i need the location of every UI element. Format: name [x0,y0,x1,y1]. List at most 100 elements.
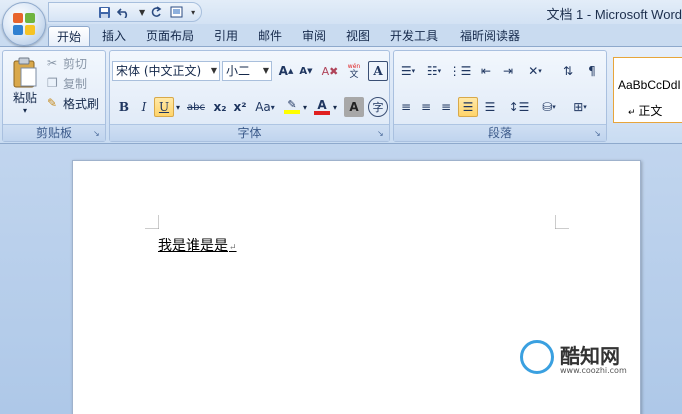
justify-button[interactable]: ☰ [458,97,478,117]
clipboard-group: 粘贴 ▾ ✂ 剪切 ❐ 复制 ✎ 格式刷 剪贴板 ↘ [2,50,106,142]
paste-label: 粘贴 [12,91,37,105]
superscript-icon: x² [233,100,247,114]
watermark-name: 酷知网 [560,344,620,368]
tab-mailings[interactable]: 邮件 [250,26,290,46]
font-size-combo[interactable]: 小二 ▼ [222,61,272,81]
bold-icon: B [118,100,130,114]
highlight-color-bar [284,110,300,114]
increase-indent-icon: ⇥ [502,64,514,78]
font-color-bar [314,110,330,115]
undo-dropdown-icon[interactable]: ▼ [139,8,145,17]
office-button[interactable] [2,2,46,46]
paste-dropdown-icon: ▾ [22,106,27,115]
tab-foxit-reader[interactable]: 福昕阅读器 [452,26,528,46]
bullets-button[interactable]: ☰ ▾ [396,61,420,81]
paragraph-group-label: 段落 [394,124,606,141]
chevron-down-icon: ▼ [262,66,269,75]
decrease-indent-icon: ⇤ [480,64,492,78]
shading-button[interactable]: ⛁ ▾ [536,97,562,117]
highlighter-icon: ✎ [287,98,297,111]
clear-formatting-button[interactable]: A✖ [320,61,340,81]
superscript-button[interactable]: x² [230,97,250,117]
document-text[interactable]: 我是谁是是↵ [158,235,237,255]
print-preview-icon[interactable] [167,4,185,20]
font-color-dropdown-icon[interactable]: ▾ [333,103,337,112]
paintbrush-icon: ✎ [47,96,58,110]
clipboard-group-label: 剪贴板 [3,124,105,141]
subscript-icon: x₂ [213,100,227,114]
align-left-button[interactable]: ≡ [396,97,416,117]
underline-dropdown-icon[interactable]: ▾ [176,103,180,112]
paste-icon [13,57,37,88]
format-painter-label: 格式刷 [63,96,100,111]
decrease-indent-button[interactable]: ⇤ [476,61,496,81]
cut-button[interactable]: ✂ 剪切 [47,53,103,73]
highlight-dropdown-icon[interactable]: ▾ [303,103,307,112]
watermark-logo-icon [520,340,554,374]
sort-button[interactable]: ⇅ [558,61,578,81]
font-name-combo[interactable]: 宋体 (中文正文) ▼ [112,61,220,81]
character-shading-button[interactable]: A [344,97,364,117]
title-bar: ▼ ▾ 文档 1 - Microsoft Word [0,0,682,24]
show-formatting-button[interactable]: ¶ [582,61,602,81]
strikethrough-button[interactable]: abc [184,97,208,117]
crop-mark-top-left [145,215,159,229]
clipboard-launcher-icon[interactable]: ↘ [93,129,102,138]
clear-formatting-icon: A✖ [321,64,339,78]
font-color-button[interactable]: A [312,97,332,117]
grow-font-button[interactable]: A ▲ [276,61,296,81]
italic-button[interactable]: I [134,97,154,117]
paragraph-launcher-icon[interactable]: ↘ [594,129,603,138]
tab-references[interactable]: 引用 [206,26,246,46]
distributed-button[interactable]: ☰ [480,97,500,117]
align-right-button[interactable]: ≡ [436,97,456,117]
redo-icon[interactable] [147,4,165,20]
enclose-characters-icon: 字 [372,101,384,114]
style-normal-gallery-item[interactable]: AaBbCcDdI ↵ 正文 [613,57,682,123]
copy-button[interactable]: ❐ 复制 [47,73,103,93]
customize-qat-icon[interactable]: ▾ [191,8,195,17]
chinese-layout-button[interactable]: ✕ ▾ [522,61,548,81]
tab-page-layout[interactable]: 页面布局 [138,26,202,46]
multilevel-list-button[interactable]: ⋮☰ [448,61,472,81]
line-spacing-button[interactable]: ↕☰ [506,97,532,117]
format-painter-button[interactable]: ✎ 格式刷 [47,93,105,113]
phonetic-guide-icon: 文 [349,70,359,80]
font-name-value: 宋体 (中文正文) [116,64,202,78]
style-sample: AaBbCcDdI [618,78,681,92]
underline-button[interactable]: U [154,97,174,117]
enclose-characters-button[interactable]: 字 [368,97,388,117]
grow-font-icon: A [278,64,288,78]
shrink-font-button[interactable]: A ▼ [296,61,316,81]
increase-indent-button[interactable]: ⇥ [498,61,518,81]
borders-button[interactable]: ⊞ ▾ [566,97,594,117]
pilcrow-icon: ¶ [588,64,596,78]
character-border-button[interactable]: A [368,61,388,81]
save-icon[interactable] [95,4,113,20]
character-border-icon: A [373,64,383,78]
bold-button[interactable]: B [114,97,134,117]
tab-view[interactable]: 视图 [338,26,378,46]
ribbon: 粘贴 ▾ ✂ 剪切 ❐ 复制 ✎ 格式刷 剪贴板 ↘ 宋体 (中文正文) ▼ 小… [0,46,682,144]
undo-icon[interactable] [115,4,133,20]
copy-icon: ❐ [47,76,58,90]
tab-insert[interactable]: 插入 [94,26,134,46]
tab-home[interactable]: 开始 [48,26,90,46]
font-launcher-icon[interactable]: ↘ [377,129,386,138]
paste-button[interactable]: 粘贴 ▾ [7,53,43,119]
borders-icon: ⊞ [573,100,584,114]
subscript-button[interactable]: x₂ [210,97,230,117]
phonetic-guide-button[interactable]: wén 文 [344,61,364,81]
sort-icon: ⇅ [562,64,574,78]
tab-review[interactable]: 审阅 [294,26,334,46]
align-center-button[interactable]: ≡ [416,97,436,117]
align-left-icon: ≡ [400,100,412,114]
paragraph-mark: ↵ [229,243,237,253]
paint-bucket-icon: ⛁ [542,100,553,114]
highlight-button[interactable]: ✎ [282,97,302,117]
change-case-button[interactable]: Aa ▾ [252,97,278,117]
paragraph-mark-icon: ↵ [628,108,639,118]
font-size-value: 小二 [226,64,251,78]
tab-developer[interactable]: 开发工具 [382,26,446,46]
numbering-button[interactable]: ☷ ▾ [422,61,446,81]
